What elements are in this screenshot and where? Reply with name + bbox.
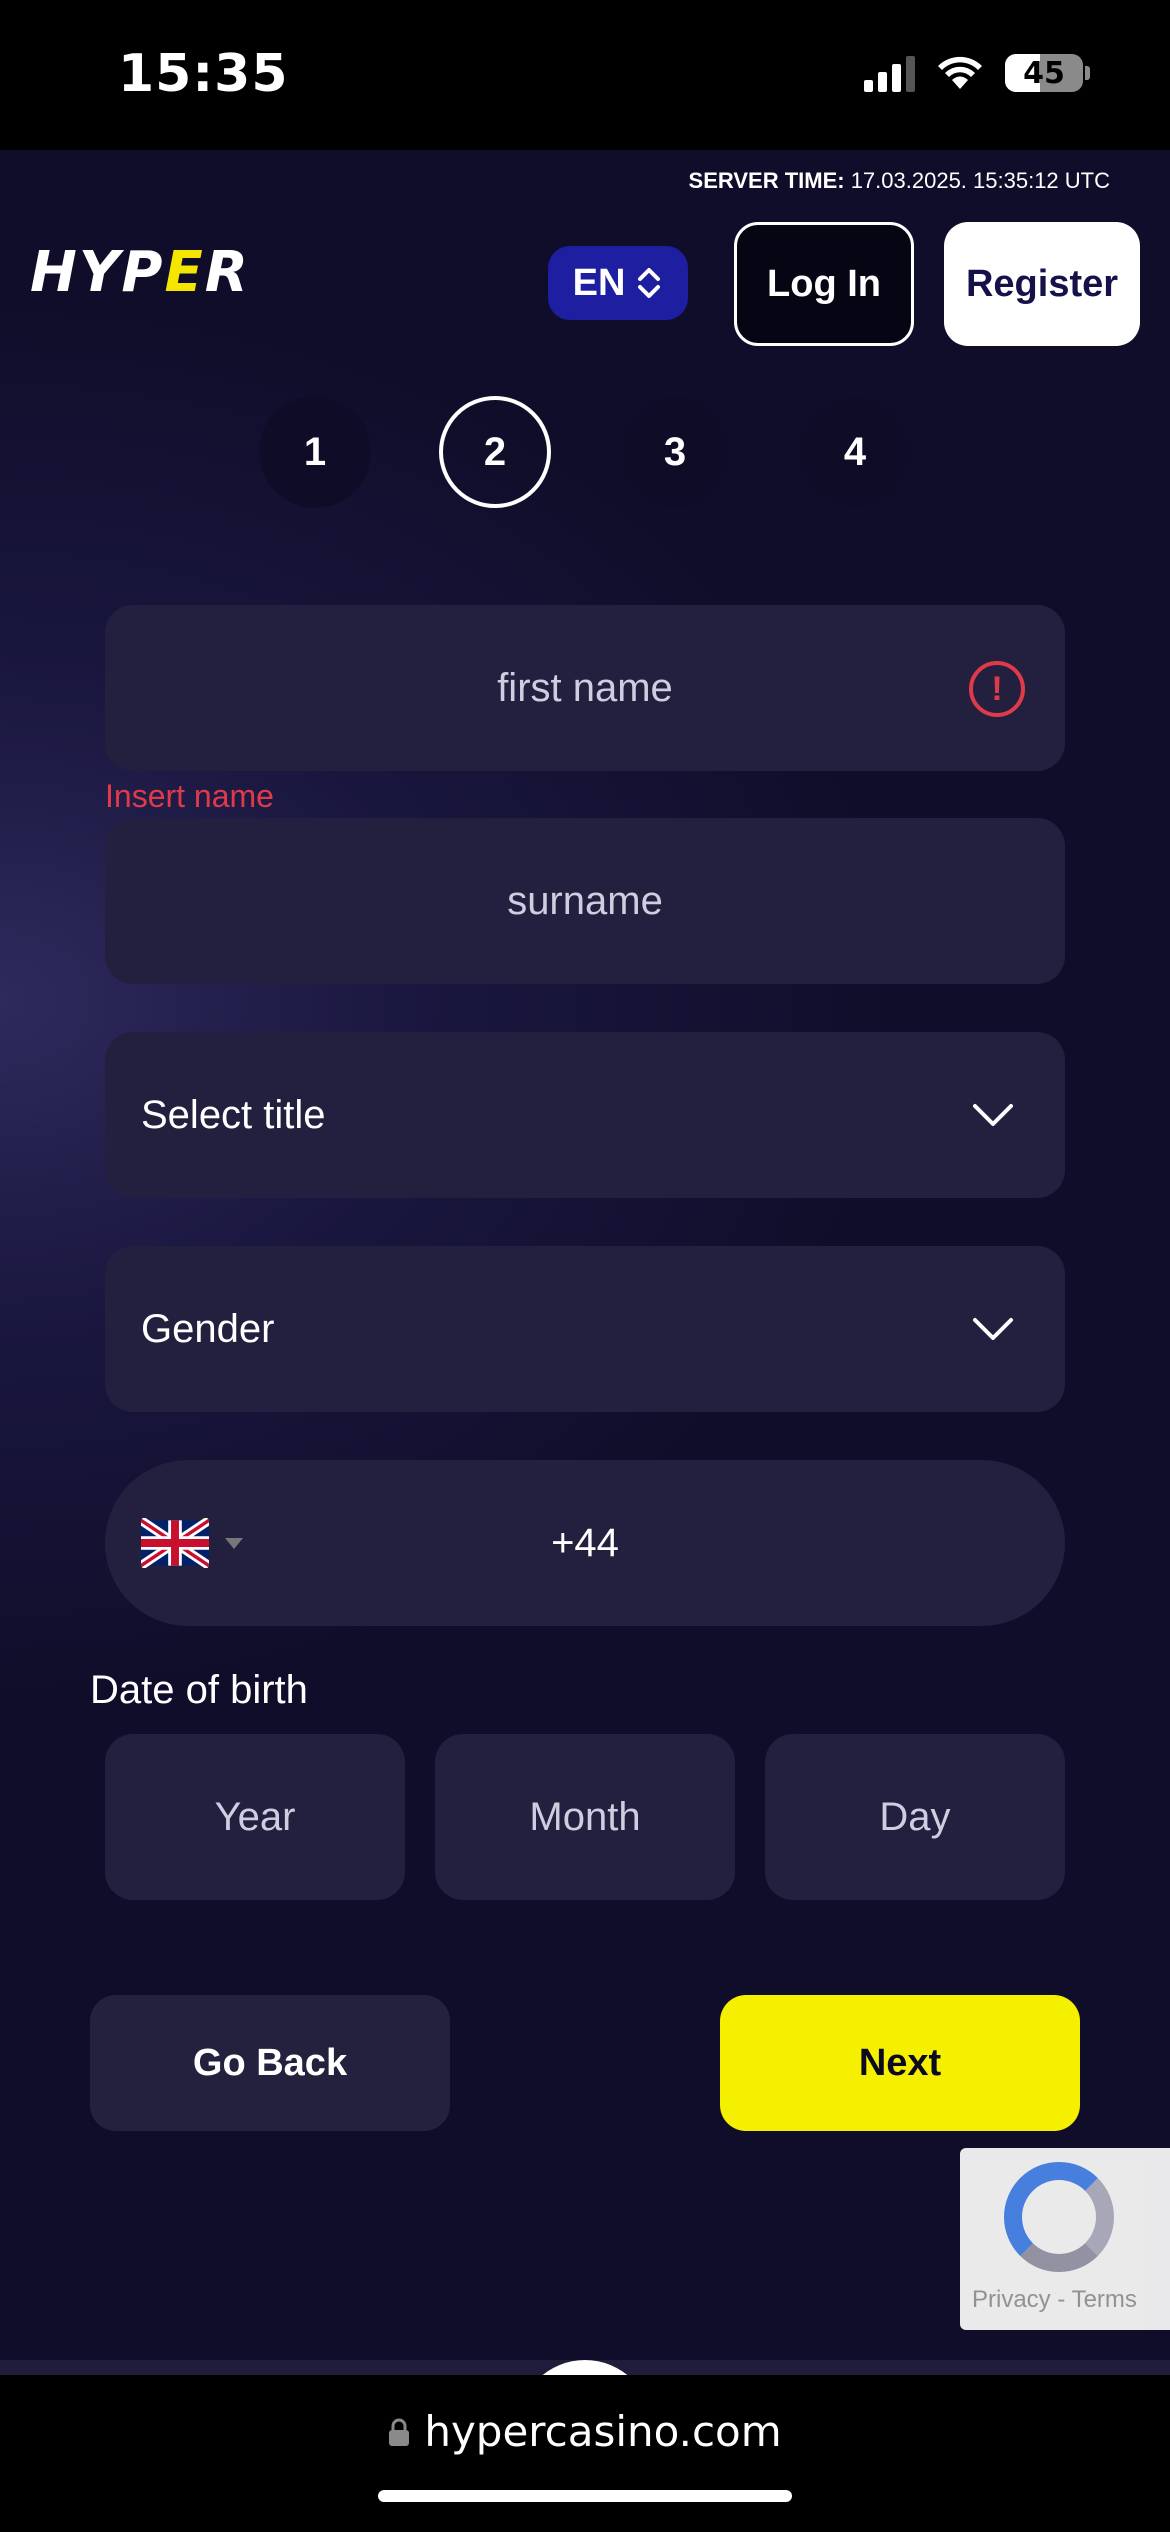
surname-input[interactable]: surname bbox=[105, 818, 1065, 984]
url-text: hypercasino.com bbox=[424, 2407, 782, 2456]
dob-day-input[interactable]: Day bbox=[765, 1734, 1065, 1900]
uk-flag-icon[interactable] bbox=[141, 1518, 209, 1568]
dob-month-input[interactable]: Month bbox=[435, 1734, 735, 1900]
status-time: 15:35 bbox=[118, 44, 289, 104]
register-button[interactable]: Register bbox=[944, 222, 1140, 346]
first-name-placeholder: first name bbox=[497, 665, 673, 710]
wifi-icon bbox=[938, 56, 982, 89]
error-icon: ! bbox=[969, 661, 1025, 717]
phone-code: +44 bbox=[551, 1520, 619, 1565]
step-indicator: 1 2 3 4 bbox=[0, 396, 1170, 516]
step-4[interactable]: 4 bbox=[799, 396, 911, 508]
next-button[interactable]: Next bbox=[720, 1995, 1080, 2131]
step-2[interactable]: 2 bbox=[439, 396, 551, 508]
country-dropdown-caret-icon[interactable] bbox=[225, 1538, 243, 1549]
lock-icon bbox=[389, 2418, 410, 2446]
battery-icon: 45 bbox=[1005, 54, 1083, 92]
recaptcha-badge[interactable]: Privacy - Terms bbox=[960, 2148, 1170, 2330]
gender-select[interactable]: Gender bbox=[105, 1246, 1065, 1412]
first-name-input[interactable]: first name ! bbox=[105, 605, 1065, 771]
go-back-button[interactable]: Go Back bbox=[90, 1995, 450, 2131]
language-selector[interactable]: EN bbox=[548, 246, 688, 320]
battery-level: 45 bbox=[1023, 55, 1065, 91]
step-1[interactable]: 1 bbox=[259, 396, 371, 508]
step-3[interactable]: 3 bbox=[619, 396, 731, 508]
server-time: SERVER TIME: 17.03.2025. 15:35:12 UTC bbox=[688, 168, 1110, 193]
registration-page: SERVER TIME: 17.03.2025. 15:35:12 UTC HY… bbox=[0, 150, 1170, 2525]
status-bar: 15:35 45 bbox=[0, 0, 1170, 150]
surname-placeholder: surname bbox=[507, 878, 663, 923]
language-label: EN bbox=[572, 261, 626, 304]
home-indicator[interactable] bbox=[378, 2490, 792, 2502]
title-select-label: Select title bbox=[141, 1092, 326, 1137]
status-icons: 45 bbox=[864, 54, 1090, 92]
cellular-signal-icon bbox=[864, 54, 915, 92]
title-select[interactable]: Select title bbox=[105, 1032, 1065, 1198]
recaptcha-text: Privacy - Terms bbox=[972, 2286, 1137, 2313]
dob-year-input[interactable]: Year bbox=[105, 1734, 405, 1900]
chevron-down-icon bbox=[973, 1104, 1013, 1126]
hyper-logo[interactable]: HYPER bbox=[30, 240, 250, 305]
first-name-error: Insert name bbox=[105, 778, 274, 814]
chevron-down-icon bbox=[973, 1318, 1013, 1340]
up-down-chevron-icon bbox=[638, 268, 661, 298]
recaptcha-icon bbox=[1004, 2162, 1114, 2272]
phone-input[interactable]: +44 bbox=[105, 1460, 1065, 1626]
dob-label: Date of birth bbox=[90, 1668, 308, 1712]
login-button[interactable]: Log In bbox=[734, 222, 914, 346]
gender-select-label: Gender bbox=[141, 1306, 275, 1351]
browser-url-bar[interactable]: hypercasino.com bbox=[0, 2375, 1170, 2532]
